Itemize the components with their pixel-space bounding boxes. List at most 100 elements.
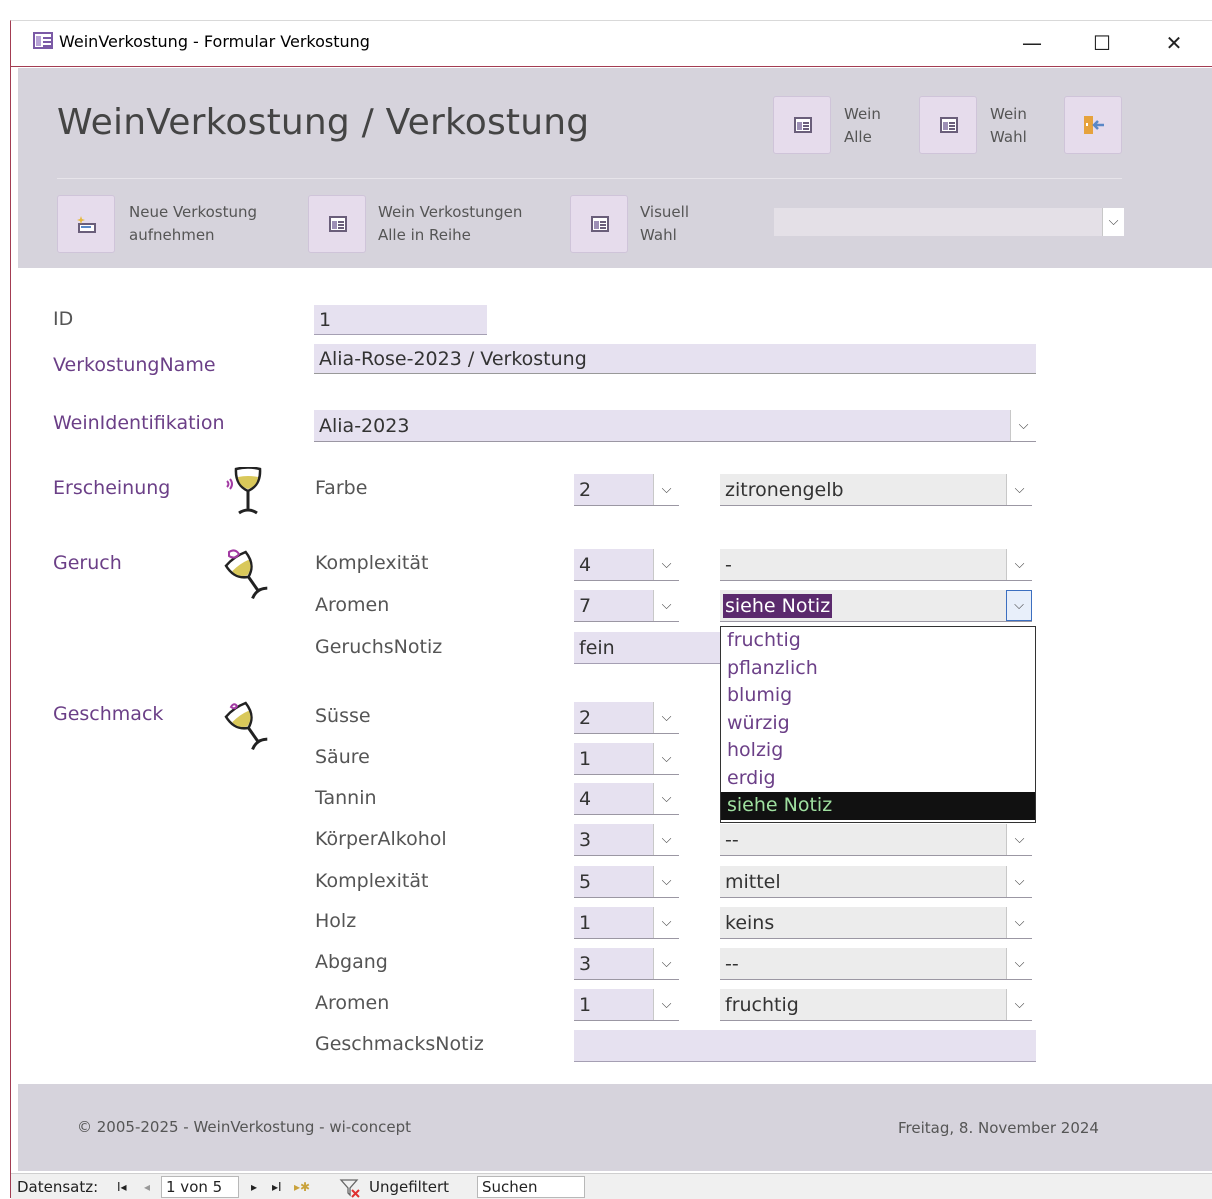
aromen-dropdown-list[interactable]: fruchtig pflanzlich blumig würzig holzig… xyxy=(720,626,1036,823)
form-header: WeinVerkostung / Verkostung Wein Alle We… xyxy=(18,68,1212,268)
chevron-down-icon[interactable]: ⌵ xyxy=(1006,907,1032,938)
chevron-down-icon[interactable]: ⌵ xyxy=(1006,824,1032,855)
chevron-glyph: ⌵ xyxy=(1014,597,1024,613)
chevron-down-icon[interactable]: ⌵ xyxy=(653,948,679,979)
holz-text-value: keins xyxy=(725,911,775,934)
wein-wahl-button[interactable] xyxy=(919,96,977,154)
chevron-glyph: ⌵ xyxy=(1108,214,1119,229)
window-title: WeinVerkostung - Formular Verkostung xyxy=(59,32,370,51)
chevron-down-icon[interactable]: ⌵ xyxy=(653,989,679,1020)
wein-verkostungen-button[interactable] xyxy=(308,195,366,253)
new-record-button[interactable]: ▸✱ xyxy=(294,1177,310,1197)
koerper-alkohol-num-combo[interactable]: 3 ⌵ xyxy=(574,824,679,856)
new-record-icon xyxy=(77,216,96,233)
first-record-button[interactable]: I◂ xyxy=(117,1177,127,1197)
geruch-aromen-num-combo[interactable]: 7 ⌵ xyxy=(574,590,679,622)
chevron-down-icon[interactable]: ⌵ xyxy=(653,783,679,814)
chevron-glyph: ⌵ xyxy=(1014,996,1025,1012)
chevron-down-icon[interactable]: ⌵ xyxy=(1006,590,1032,621)
list-item[interactable]: erdig xyxy=(721,765,1035,793)
chevron-down-icon[interactable]: ⌵ xyxy=(653,824,679,855)
wein-identifikation-value: Alia-2023 xyxy=(319,414,410,437)
chevron-down-icon[interactable]: ⌵ xyxy=(653,866,679,897)
chevron-down-icon[interactable]: ⌵ xyxy=(1006,474,1032,505)
chevron-glyph: ⌵ xyxy=(661,750,672,766)
search-combo[interactable]: ⌵ xyxy=(774,208,1124,236)
farbe-num-value: 2 xyxy=(579,478,592,501)
list-item-selected[interactable]: siehe Notiz xyxy=(721,792,1035,820)
koerper-alkohol-text-combo[interactable]: -- ⌵ xyxy=(720,824,1032,856)
geschmack-aromen-label: Aromen xyxy=(315,992,390,1014)
minimize-button[interactable]: — xyxy=(1012,27,1052,59)
filter-status-button[interactable]: Ungefiltert xyxy=(369,1177,449,1197)
last-record-button[interactable]: ▸I xyxy=(272,1177,282,1197)
geruch-aromen-num-value: 7 xyxy=(579,594,592,617)
chevron-down-icon[interactable]: ⌵ xyxy=(1006,989,1032,1020)
footer-date: Freitag, 8. November 2024 xyxy=(898,1119,1099,1137)
chevron-down-icon[interactable]: ⌵ xyxy=(653,907,679,938)
id-field[interactable]: 1 xyxy=(314,305,487,335)
next-record-button[interactable]: ▸ xyxy=(251,1177,257,1197)
chevron-glyph: ⌵ xyxy=(661,709,672,725)
chevron-down-icon[interactable]: ⌵ xyxy=(653,590,679,621)
close-button[interactable]: ✕ xyxy=(1154,27,1194,59)
chevron-down-icon[interactable]: ⌵ xyxy=(653,743,679,774)
geruchs-notiz-label: GeruchsNotiz xyxy=(315,636,443,658)
holz-text-combo[interactable]: keins ⌵ xyxy=(720,907,1032,939)
chevron-glyph: ⌵ xyxy=(661,556,672,572)
abgang-label: Abgang xyxy=(315,951,388,973)
geruch-aromen-text-combo[interactable]: siehe Notiz ⌵ xyxy=(720,590,1032,622)
neue-verkostung-button[interactable] xyxy=(57,195,115,253)
maximize-button[interactable]: ☐ xyxy=(1082,27,1122,59)
chevron-down-icon[interactable]: ⌵ xyxy=(1006,866,1032,897)
list-item[interactable]: pflanzlich xyxy=(721,655,1035,683)
chevron-down-icon[interactable]: ⌵ xyxy=(1010,410,1036,441)
erscheinung-label: Erscheinung xyxy=(53,477,171,499)
geschmack-aromen-text-combo[interactable]: fruchtig ⌵ xyxy=(720,989,1032,1021)
exit-door-icon xyxy=(1084,116,1104,134)
chevron-down-icon[interactable]: ⌵ xyxy=(653,549,679,580)
header-separator xyxy=(57,178,1122,179)
chevron-down-icon[interactable]: ⌵ xyxy=(1102,208,1124,236)
form-icon xyxy=(940,117,958,133)
abgang-num-combo[interactable]: 3 ⌵ xyxy=(574,948,679,980)
geruchs-notiz-field[interactable]: fein xyxy=(574,632,734,664)
record-number-field[interactable]: 1 von 5 xyxy=(161,1176,239,1198)
saeure-label: Säure xyxy=(315,746,370,768)
previous-record-button[interactable]: ◂ xyxy=(144,1177,150,1197)
list-item[interactable]: blumig xyxy=(721,682,1035,710)
geschmack-komplexitaet-num-combo[interactable]: 5 ⌵ xyxy=(574,866,679,898)
visuell-wahl-line1: Visuell xyxy=(640,203,689,221)
geschmack-aromen-num-combo[interactable]: 1 ⌵ xyxy=(574,989,679,1021)
geruch-komplexitaet-text-combo[interactable]: - ⌵ xyxy=(720,549,1032,581)
tannin-num-value: 4 xyxy=(579,787,592,810)
saeure-num-combo[interactable]: 1 ⌵ xyxy=(574,743,679,775)
holz-num-combo[interactable]: 1 ⌵ xyxy=(574,907,679,939)
wein-alle-button[interactable] xyxy=(773,96,831,154)
farbe-num-combo[interactable]: 2 ⌵ xyxy=(574,474,679,506)
suesse-num-combo[interactable]: 2 ⌵ xyxy=(574,702,679,734)
abgang-text-combo[interactable]: -- ⌵ xyxy=(720,948,1032,980)
list-item[interactable]: würzig xyxy=(721,710,1035,738)
list-item[interactable]: fruchtig xyxy=(721,627,1035,655)
search-box[interactable]: Suchen xyxy=(477,1176,585,1198)
geruch-komplexitaet-num-combo[interactable]: 4 ⌵ xyxy=(574,549,679,581)
geschmack-komplexitaet-text-combo[interactable]: mittel ⌵ xyxy=(720,866,1032,898)
chevron-glyph: ⌵ xyxy=(661,914,672,930)
tannin-num-combo[interactable]: 4 ⌵ xyxy=(574,783,679,815)
chevron-down-icon[interactable]: ⌵ xyxy=(653,474,679,505)
chevron-down-icon[interactable]: ⌵ xyxy=(1006,948,1032,979)
wein-wahl-line2: Wahl xyxy=(990,128,1027,146)
list-item[interactable]: holzig xyxy=(721,737,1035,765)
exit-button[interactable] xyxy=(1064,96,1122,154)
visuell-wahl-button[interactable] xyxy=(570,195,628,253)
copyright-text: © 2005-2025 - WeinVerkostung - wi-concep… xyxy=(77,1118,411,1136)
geschmacks-notiz-field[interactable] xyxy=(574,1030,1036,1062)
verkostung-name-field[interactable]: Alia-Rose-2023 / Verkostung xyxy=(314,344,1036,374)
chevron-glyph: ⌵ xyxy=(661,831,672,847)
chevron-down-icon[interactable]: ⌵ xyxy=(1006,549,1032,580)
chevron-down-icon[interactable]: ⌵ xyxy=(653,702,679,733)
wein-verkostungen-line1: Wein Verkostungen xyxy=(378,203,523,221)
farbe-text-combo[interactable]: zitronengelb ⌵ xyxy=(720,474,1032,506)
wein-identifikation-combo[interactable]: Alia-2023 ⌵ xyxy=(314,410,1036,442)
